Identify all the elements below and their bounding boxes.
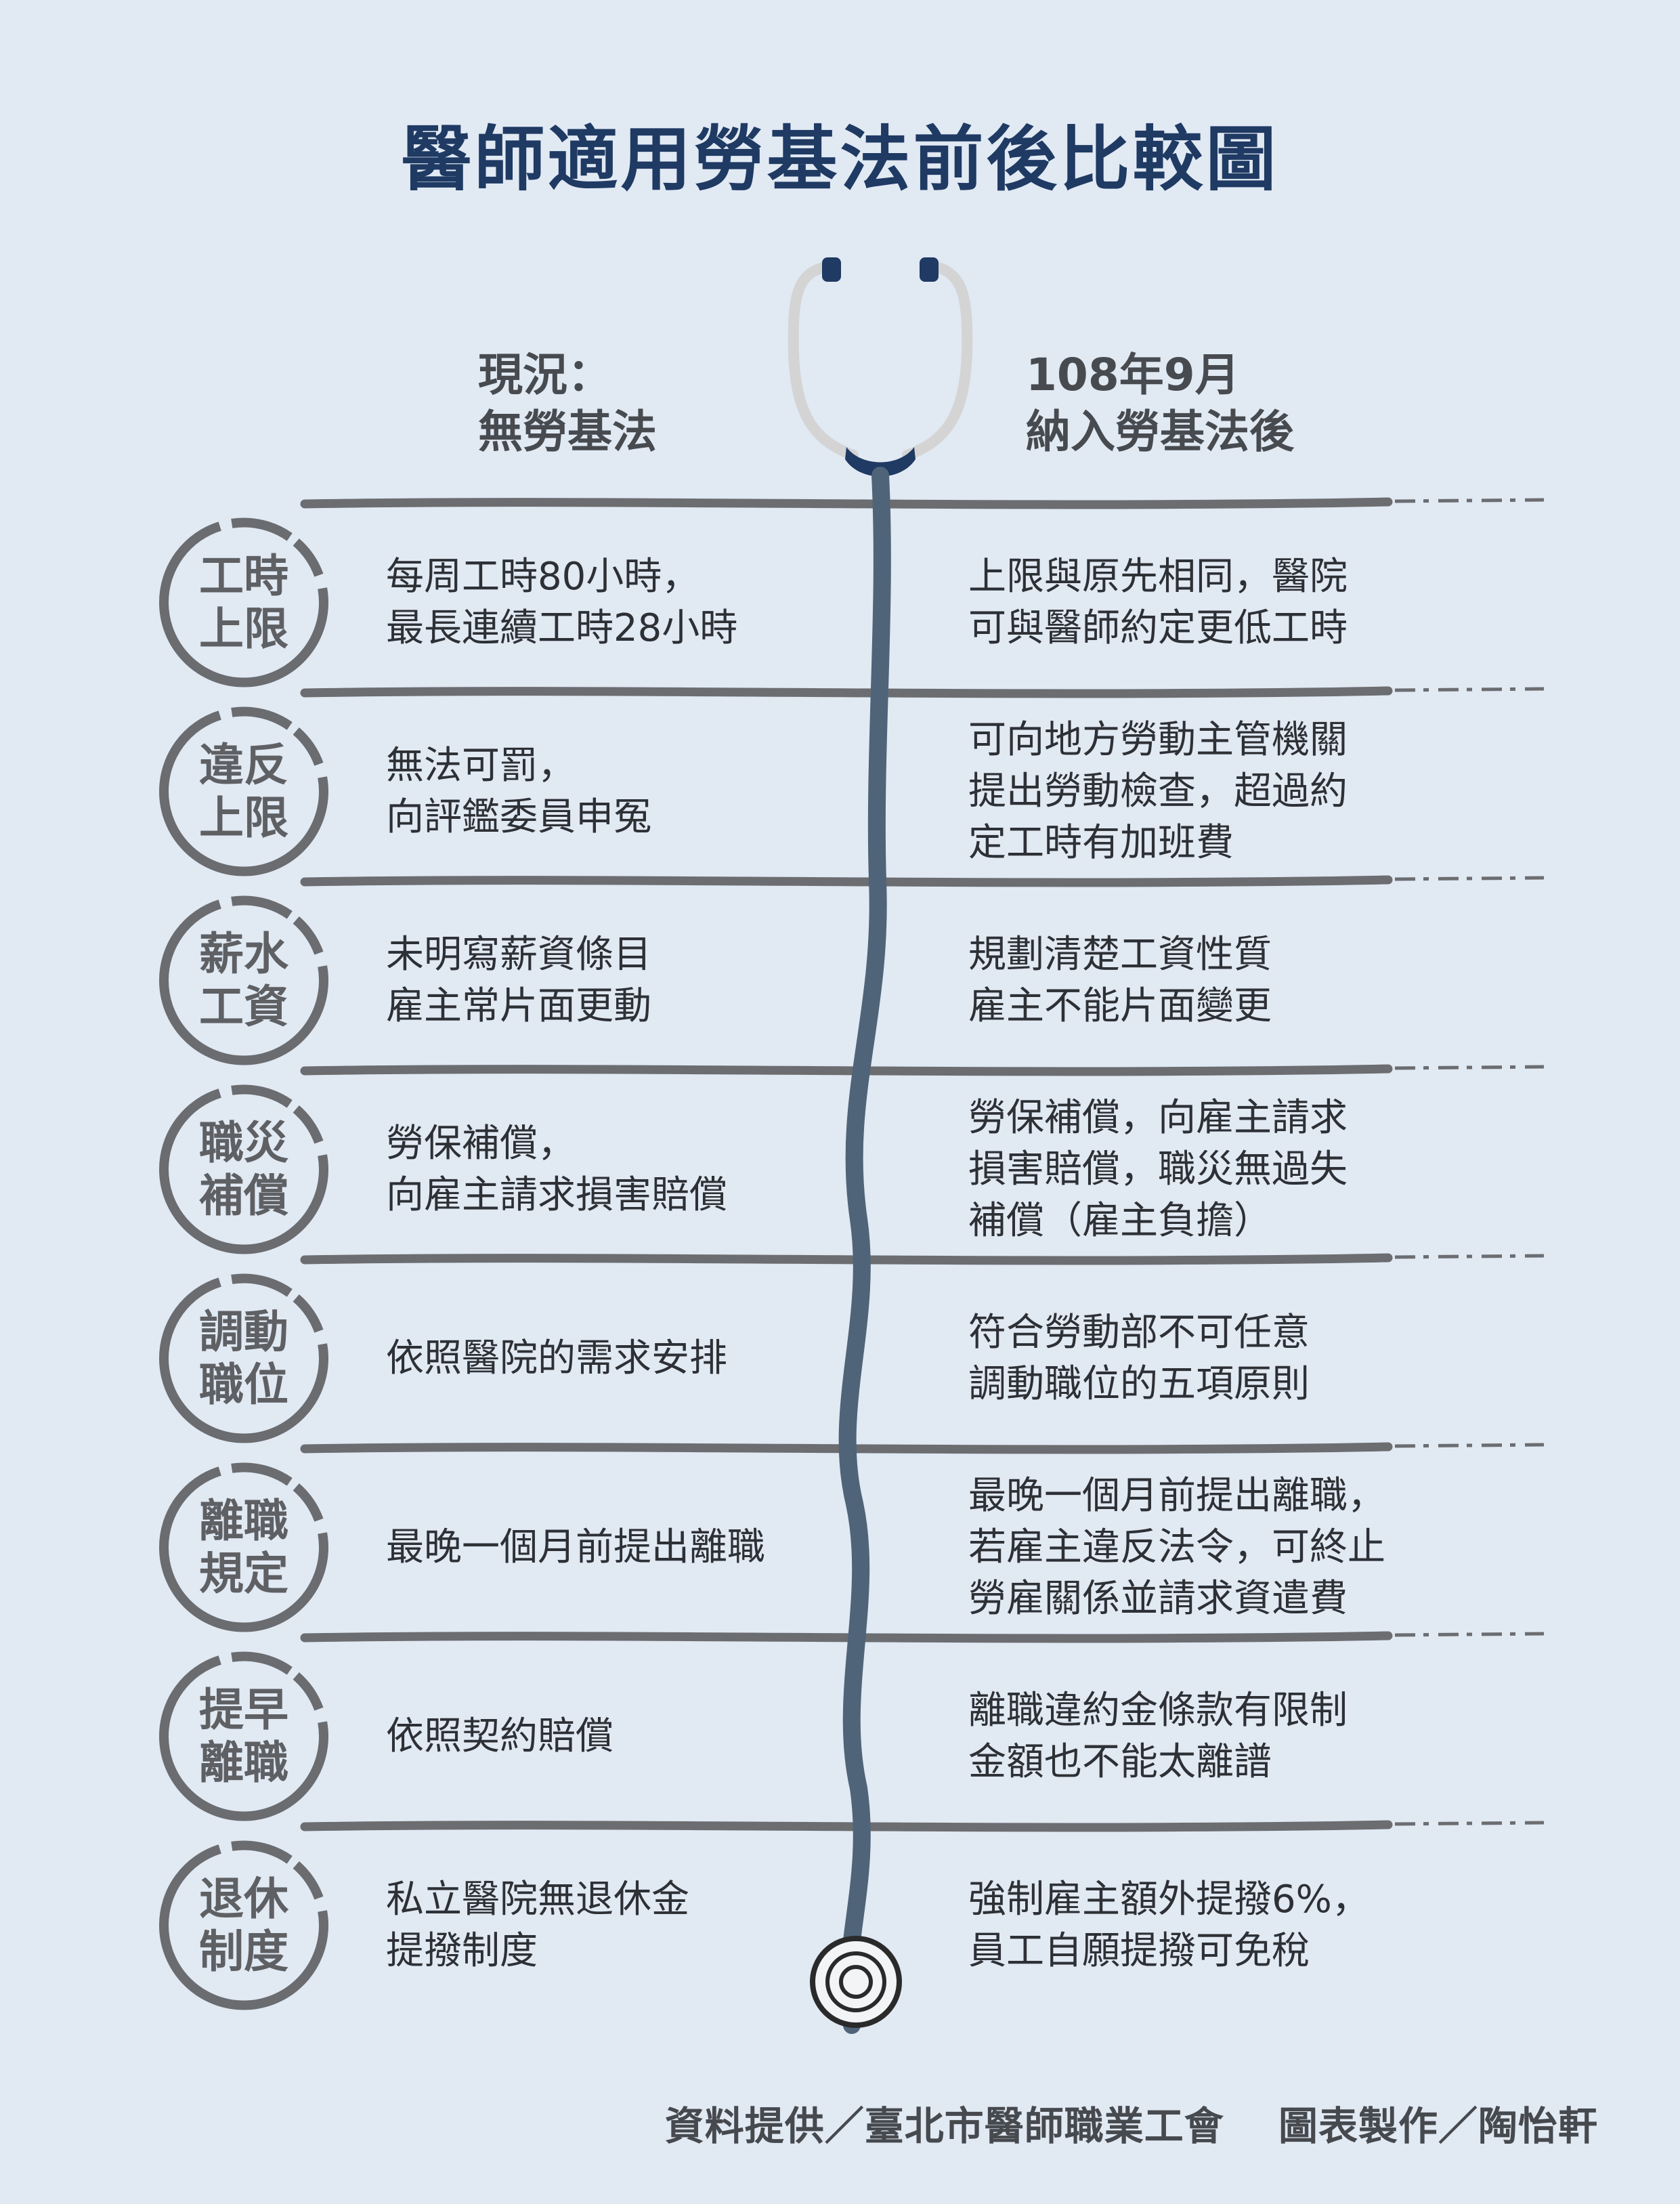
category-label-line: 提早 — [199, 1683, 288, 1736]
column-header-before-line2: 無勞基法 — [478, 406, 657, 458]
footer-credit: 資料提供／臺北市醫師職業工會 圖表製作／陶怡軒 — [664, 2103, 1598, 2149]
after-cell-line: 提出勞動檢查，超過約 — [968, 769, 1348, 813]
after-cell-line: 定工時有加班費 — [968, 820, 1234, 865]
category-label-line: 調動 — [199, 1305, 288, 1358]
column-header-before: 現況： 無勞基法 — [478, 347, 657, 461]
after-cell: 強制雇主額外提撥6%， 員工自願提撥可免稅 — [968, 1874, 1524, 1977]
category-label: 職災 補償 — [169, 1117, 318, 1223]
category-label-line: 離職 — [199, 1736, 288, 1789]
after-cell-line: 強制雇主額外提撥6%， — [968, 1877, 1370, 1922]
category-label-line: 上限 — [199, 791, 288, 844]
stethoscope-eartip-right — [920, 257, 939, 282]
before-cell-line: 向雇主請求損害賠償 — [386, 1172, 727, 1217]
stethoscope-earpiece-left — [788, 260, 859, 461]
after-cell-line: 上限與原先相同，醫院 — [968, 554, 1348, 599]
after-cell-line: 離職違約金條款有限制 — [968, 1688, 1348, 1733]
comparison-row: 職災 補償 勞保補償， 向雇主請求損害賠償 勞保補償，向雇主請求 損害賠償，職災無過失 補償… — [0, 1075, 1680, 1264]
category-label-line: 退休 — [199, 1872, 288, 1925]
after-cell-line: 雇主不能片面變更 — [968, 983, 1272, 1028]
after-cell: 可向地方勞動主管機關 提出勞動檢查，超過約 定工時有加班費 — [968, 715, 1524, 869]
category-label-line: 工資 — [199, 980, 288, 1033]
before-cell-line: 雇主常片面更動 — [386, 983, 651, 1028]
before-cell-line: 最長連續工時28小時 — [386, 606, 738, 650]
column-header-after: 108年9月 納入勞基法後 — [1026, 347, 1294, 461]
column-header-before-line1: 現況： — [478, 349, 612, 401]
after-cell-line: 員工自願提撥可免稅 — [968, 1928, 1310, 1973]
before-cell: 無法可罰， 向評鑑委員申冤 — [386, 740, 846, 843]
comparison-row: 薪水 工資 未明寫薪資條目 雇主常片面更動 規劃清楚工資性質 雇主不能片面變更 — [0, 886, 1680, 1075]
before-cell-line: 勞保補償， — [386, 1121, 576, 1166]
after-cell-line: 最晚一個月前提出離職， — [968, 1473, 1385, 1518]
before-cell-line: 向評鑑委員申冤 — [386, 794, 651, 839]
category-label-line: 薪水 — [199, 927, 288, 980]
category-label-line: 補償 — [199, 1169, 288, 1222]
before-cell-line: 依照契約賠償 — [386, 1714, 613, 1758]
comparison-row: 調動 職位 依照醫院的需求安排 符合勞動部不可任意 調動職位的五項原則 — [0, 1264, 1680, 1453]
category-label: 調動 職位 — [169, 1306, 318, 1412]
before-cell-line: 提撥制度 — [386, 1928, 538, 1973]
after-cell: 符合勞動部不可任意 調動職位的五項原則 — [968, 1307, 1524, 1410]
after-cell-line: 規劃清楚工資性質 — [968, 932, 1272, 977]
before-cell: 依照醫院的需求安排 — [386, 1333, 846, 1384]
before-cell-line: 無法可罰， — [386, 743, 576, 788]
after-cell-line: 符合勞動部不可任意 — [968, 1310, 1310, 1355]
category-label: 離職 規定 — [169, 1495, 318, 1601]
category-label: 提早 離職 — [169, 1684, 318, 1789]
category-label: 工時 上限 — [169, 550, 318, 656]
category-label: 薪水 工資 — [169, 928, 318, 1034]
after-cell-line: 勞保補償，向雇主請求 — [968, 1095, 1348, 1140]
category-label-line: 工時 — [199, 549, 288, 602]
category-label-line: 離職 — [199, 1494, 288, 1547]
column-header-after-line1: 108年9月 — [1026, 349, 1240, 401]
after-cell-line: 調動職位的五項原則 — [968, 1361, 1310, 1406]
comparison-row: 離職 規定 最晚一個月前提出離職 最晚一個月前提出離職， 若雇主違反法令，可終止 勞雇關係… — [0, 1453, 1680, 1642]
after-cell: 最晚一個月前提出離職， 若雇主違反法令，可終止 勞雇關係並請求資遣費 — [968, 1470, 1524, 1625]
before-cell-line: 依照醫院的需求安排 — [386, 1336, 727, 1380]
category-label-line: 制度 — [199, 1925, 288, 1978]
comparison-row: 違反 上限 無法可罰， 向評鑑委員申冤 可向地方勞動主管機關 提出勞動檢查，超過約 定工時有… — [0, 697, 1680, 886]
category-label-line: 規定 — [199, 1547, 288, 1600]
stethoscope-eartip-left — [822, 257, 841, 282]
before-cell: 勞保補償， 向雇主請求損害賠償 — [386, 1118, 846, 1221]
after-cell: 勞保補償，向雇主請求 損害賠償，職災無過失 補償（雇主負擔） — [968, 1093, 1524, 1247]
before-cell: 依照契約賠償 — [386, 1711, 846, 1762]
after-cell: 上限與原先相同，醫院 可與醫師約定更低工時 — [968, 551, 1524, 654]
after-cell: 離職違約金條款有限制 金額也不能太離譜 — [968, 1685, 1524, 1788]
after-cell: 規劃清楚工資性質 雇主不能片面變更 — [968, 929, 1524, 1032]
after-cell-line: 可向地方勞動主管機關 — [968, 717, 1348, 762]
category-label-line: 職位 — [199, 1358, 288, 1411]
row-divider — [300, 497, 1545, 509]
category-label-line: 職災 — [199, 1116, 288, 1169]
before-cell: 私立醫院無退休金 提撥制度 — [386, 1874, 846, 1977]
before-cell-line: 每周工時80小時， — [386, 554, 700, 599]
before-cell: 每周工時80小時， 最長連續工時28小時 — [386, 551, 846, 654]
after-cell-line: 金額也不能太離譜 — [968, 1739, 1272, 1784]
comparison-row: 提早 離職 依照契約賠償 離職違約金條款有限制 金額也不能太離譜 — [0, 1642, 1680, 1831]
after-cell-line: 若雇主違反法令，可終止 — [968, 1525, 1385, 1569]
category-label-line: 違反 — [199, 738, 288, 791]
after-cell-line: 可與醫師約定更低工時 — [968, 606, 1348, 650]
comparison-row: 工時 上限 每周工時80小時， 最長連續工時28小時 上限與原先相同，醫院 可與醫師約定更… — [0, 508, 1680, 697]
before-cell: 最晚一個月前提出離職 — [386, 1522, 846, 1573]
before-cell: 未明寫薪資條目 雇主常片面更動 — [386, 929, 846, 1032]
column-header-after-line2: 納入勞基法後 — [1026, 406, 1294, 458]
category-label-line: 上限 — [199, 602, 288, 655]
before-cell-line: 私立醫院無退休金 — [386, 1877, 689, 1922]
after-cell-line: 補償（雇主負擔） — [968, 1198, 1272, 1243]
after-cell-line: 勞雇關係並請求資遣費 — [968, 1576, 1348, 1621]
category-label: 違反 上限 — [169, 739, 318, 845]
comparison-row: 退休 制度 私立醫院無退休金 提撥制度 強制雇主額外提撥6%， 員工自願提撥可免稅 — [0, 1831, 1680, 2020]
stethoscope-earpiece-right — [902, 260, 973, 461]
after-cell-line: 損害賠償，職災無過失 — [968, 1147, 1348, 1191]
before-cell-line: 最晚一個月前提出離職 — [386, 1525, 765, 1569]
before-cell-line: 未明寫薪資條目 — [386, 932, 651, 977]
category-label: 退休 制度 — [169, 1873, 318, 1978]
